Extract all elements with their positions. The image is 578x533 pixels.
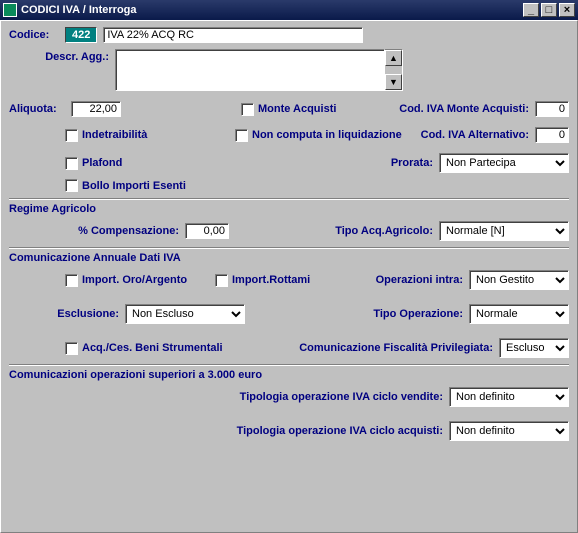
scroll-up-icon[interactable]: ▲: [385, 50, 402, 66]
scrollbar[interactable]: ▲ ▼: [385, 49, 403, 91]
acquisti-label: Tipologia operazione IVA ciclo acquisti:: [237, 425, 443, 437]
comunicazione-title: Comunicazione Annuale Dati IVA: [9, 252, 569, 264]
vendite-select[interactable]: Non definito: [449, 387, 569, 407]
cod-iva-alt-label: Cod. IVA Alternativo:: [421, 129, 529, 141]
maximize-button[interactable]: □: [541, 3, 557, 17]
regime-agricolo-title: Regime Agricolo: [9, 203, 569, 215]
titlebar[interactable]: CODICI IVA / Interroga _ □ ×: [0, 0, 578, 20]
checkbox-icon: [65, 157, 78, 170]
checkbox-icon: [65, 129, 78, 142]
non-computa-checkbox[interactable]: Non computa in liquidazione: [235, 129, 402, 142]
cod-iva-monte-input[interactable]: [535, 101, 569, 117]
codice-value[interactable]: 422: [65, 27, 97, 43]
aliquota-label: Aliquota:: [9, 103, 65, 115]
compensazione-input[interactable]: [185, 223, 229, 239]
checkbox-icon: [65, 179, 78, 192]
esclusione-label: Esclusione:: [9, 308, 119, 320]
app-icon: [3, 3, 17, 17]
aliquota-input[interactable]: [71, 101, 121, 117]
client-area: Codice: 422 Descr. Agg.: ▲ ▼ Aliquota: M…: [0, 20, 578, 533]
checkbox-icon: [215, 274, 228, 287]
tipo-acq-agricolo-label: Tipo Acq.Agricolo:: [335, 225, 433, 237]
tipo-acq-agricolo-select[interactable]: Normale [N]: [439, 221, 569, 241]
oro-argento-checkbox[interactable]: Import. Oro/Argento: [65, 274, 215, 287]
op-intra-select[interactable]: Non Gestito: [469, 270, 569, 290]
close-button[interactable]: ×: [559, 3, 575, 17]
checkbox-icon: [241, 103, 254, 116]
minimize-button[interactable]: _: [523, 3, 539, 17]
monte-acquisti-checkbox[interactable]: Monte Acquisti: [241, 103, 336, 116]
prorata-label: Prorata:: [391, 157, 433, 169]
bollo-checkbox[interactable]: Bollo Importi Esenti: [65, 179, 186, 192]
indetraibilita-checkbox[interactable]: Indetraibilità: [65, 129, 235, 142]
vendite-label: Tipologia operazione IVA ciclo vendite:: [240, 391, 443, 403]
window-title: CODICI IVA / Interroga: [21, 4, 521, 16]
compensazione-label: % Compensazione:: [9, 225, 179, 237]
checkbox-icon: [65, 342, 78, 355]
descrizione-input[interactable]: [103, 27, 363, 43]
checkbox-icon: [65, 274, 78, 287]
fisc-priv-label: Comunicazione Fiscalità Privilegiata:: [299, 342, 493, 354]
acq-ces-checkbox[interactable]: Acq./Ces. Beni Strumentali: [65, 342, 265, 355]
cod-iva-monte-label: Cod. IVA Monte Acquisti:: [399, 103, 529, 115]
rottami-checkbox[interactable]: Import.Rottami: [215, 274, 345, 287]
window: CODICI IVA / Interroga _ □ × Codice: 422…: [0, 0, 578, 533]
cod-iva-alt-input[interactable]: [535, 127, 569, 143]
tipo-op-label: Tipo Operazione:: [373, 308, 463, 320]
codice-label: Codice:: [9, 29, 65, 41]
sup3000-title: Comunicazioni operazioni superiori a 3.0…: [9, 369, 569, 381]
descr-agg-textarea[interactable]: [115, 49, 385, 91]
plafond-checkbox[interactable]: Plafond: [65, 157, 235, 170]
prorata-select[interactable]: Non Partecipa: [439, 153, 569, 173]
op-intra-label: Operazioni intra:: [376, 274, 463, 286]
checkbox-icon: [235, 129, 248, 142]
fisc-priv-select[interactable]: Escluso: [499, 338, 569, 358]
esclusione-select[interactable]: Non Escluso: [125, 304, 245, 324]
acquisti-select[interactable]: Non definito: [449, 421, 569, 441]
scroll-down-icon[interactable]: ▼: [385, 74, 402, 90]
tipo-op-select[interactable]: Normale: [469, 304, 569, 324]
descr-agg-label: Descr. Agg.:: [9, 49, 109, 63]
